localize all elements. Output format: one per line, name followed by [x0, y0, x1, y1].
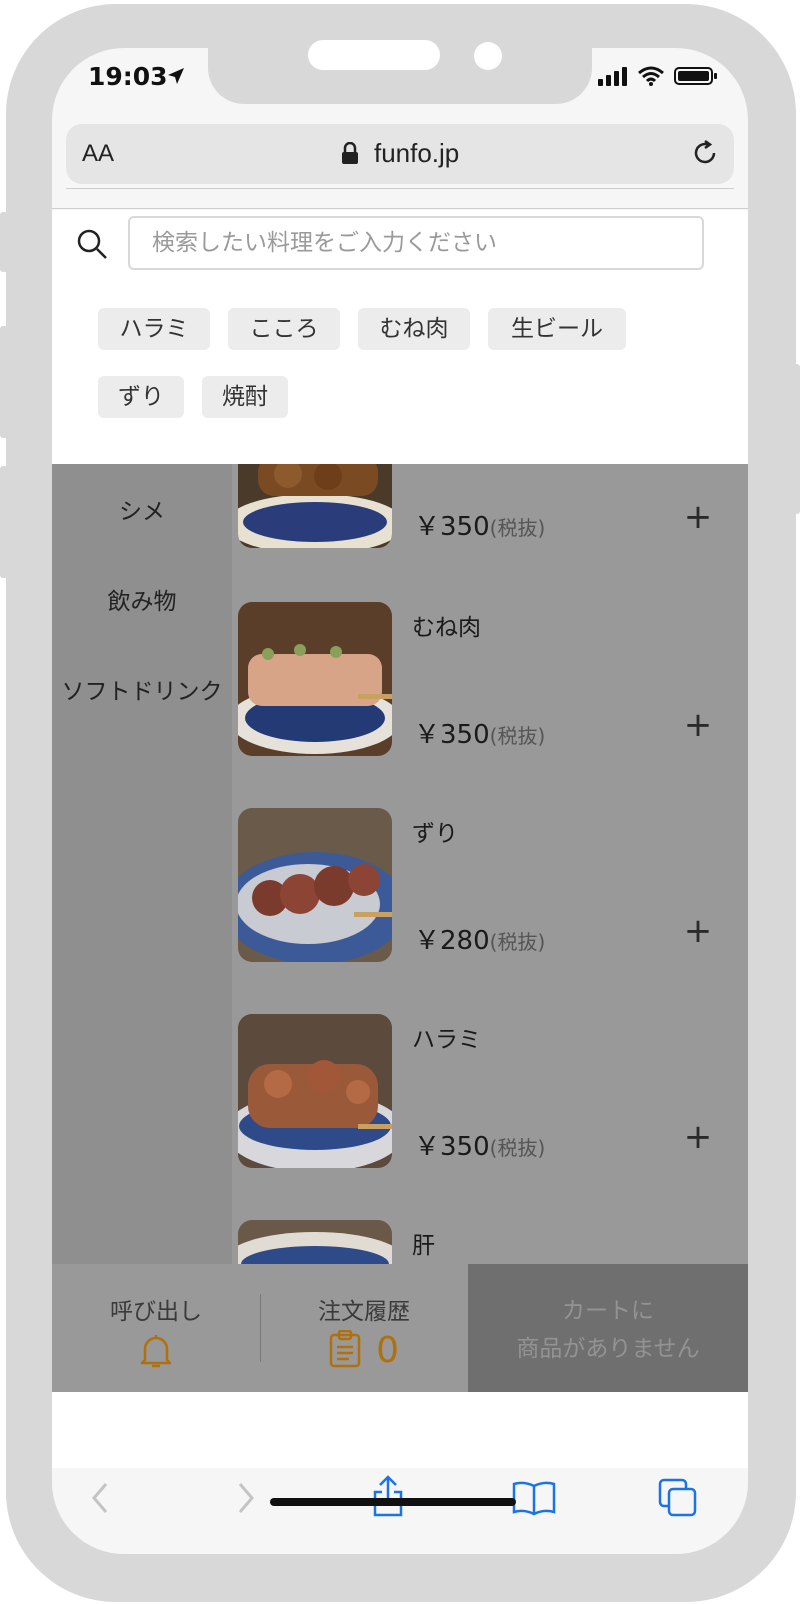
item-name: むね肉 [412, 615, 481, 641]
category-item[interactable]: ソフトドリンク [52, 672, 232, 706]
tag-chip[interactable]: ハラミ [98, 308, 210, 350]
tag-chip[interactable]: こころ [228, 308, 340, 350]
add-to-cart-button[interactable]: + [678, 498, 718, 538]
search-input[interactable] [128, 216, 704, 270]
status-time: 19:03 [88, 62, 168, 91]
menu-item[interactable]: ハラミ ￥350(税抜) + [238, 1014, 738, 1168]
category-item[interactable]: 飲み物 [52, 582, 232, 616]
tag-chip[interactable]: むね肉 [358, 308, 470, 350]
cart-line-1: カートに [562, 1298, 654, 1324]
url-label: funfo.jp [373, 138, 460, 168]
battery-icon [674, 66, 718, 90]
item-price: ￥350(税抜) [414, 720, 546, 750]
item-price: ￥280(税抜) [414, 926, 546, 956]
bell-icon [139, 1335, 173, 1374]
category-sidebar: シメ 飲み物 ソフトドリンク [52, 464, 232, 1264]
bookmarks-icon[interactable] [512, 1480, 556, 1520]
home-indicator [270, 1498, 516, 1506]
menu-item[interactable]: ￥350(税抜) + [238, 464, 738, 548]
url-text[interactable]: funfo.jp [66, 138, 734, 169]
item-name: 肝 [412, 1233, 435, 1259]
add-to-cart-button[interactable]: + [678, 1118, 718, 1158]
plus-icon: + [683, 911, 713, 951]
side-button [792, 364, 800, 514]
item-name: ハラミ [412, 1027, 481, 1053]
order-history-button[interactable]: 注文履歴 0 [260, 1264, 468, 1392]
tag-chip[interactable]: 生ビール [488, 308, 626, 350]
plus-icon: + [683, 497, 713, 537]
status-icons [598, 66, 718, 90]
reload-icon[interactable] [690, 138, 720, 172]
divider [66, 188, 734, 189]
item-price: ￥350(税抜) [414, 512, 546, 542]
food-image [238, 808, 392, 962]
food-image [238, 1014, 392, 1168]
camera-icon [474, 42, 502, 70]
page-content: ハラミ こころ むね肉 生ビール ずり 焼酎 シメ 飲み物 ソフトドリンク ￥3… [52, 210, 748, 1468]
tag-chip[interactable]: ずり [98, 376, 184, 418]
side-button [0, 212, 8, 272]
call-staff-button[interactable]: 呼び出し [52, 1264, 260, 1392]
order-bar: 呼び出し 注文履歴 0 カートに 商品がありません [52, 1264, 748, 1392]
cart-status: カートに 商品がありません [468, 1292, 748, 1368]
divider [52, 208, 748, 209]
tabs-icon[interactable] [658, 1478, 698, 1522]
item-name: ずり [412, 821, 458, 847]
menu-item[interactable]: ずり ￥280(税抜) + [238, 808, 738, 962]
category-item[interactable]: シメ [52, 492, 232, 526]
search-icon [76, 228, 108, 264]
side-button [0, 326, 8, 438]
forward-icon[interactable] [234, 1478, 258, 1522]
history-label: 注文履歴 [318, 1299, 410, 1325]
dynamic-island [308, 40, 440, 70]
browser-toolbar [52, 1468, 748, 1554]
plus-icon: + [683, 1117, 713, 1157]
tag-chip[interactable]: 焼酎 [202, 376, 288, 418]
cart-button[interactable]: カートに 商品がありません [468, 1264, 748, 1392]
location-arrow-icon [166, 66, 186, 90]
plus-icon: + [683, 705, 713, 745]
menu-item[interactable]: 肝 [238, 1220, 738, 1264]
signal-icon [598, 66, 628, 90]
back-icon[interactable] [88, 1478, 112, 1522]
food-image [238, 602, 392, 756]
wifi-icon [638, 66, 664, 90]
item-price: ￥350(税抜) [414, 1132, 546, 1162]
menu-item[interactable]: むね肉 ￥350(税抜) + [238, 602, 738, 756]
food-image [238, 464, 392, 548]
history-count: 0 [376, 1330, 399, 1371]
url-bar[interactable]: AA funfo.jp [66, 124, 734, 184]
call-label: 呼び出し [110, 1299, 202, 1325]
cart-line-2: 商品がありません [516, 1336, 700, 1362]
clipboard-icon [329, 1329, 366, 1368]
phone-screen: 19:03 AA funfo.jp ハラミ [52, 48, 748, 1554]
add-to-cart-button[interactable]: + [678, 706, 718, 746]
menu-area: シメ 飲み物 ソフトドリンク ￥350(税抜) + むね肉 ￥350(税抜) + [52, 464, 748, 1264]
side-button [0, 466, 8, 578]
food-image [238, 1220, 392, 1264]
lock-icon [341, 138, 374, 168]
add-to-cart-button[interactable]: + [678, 912, 718, 952]
